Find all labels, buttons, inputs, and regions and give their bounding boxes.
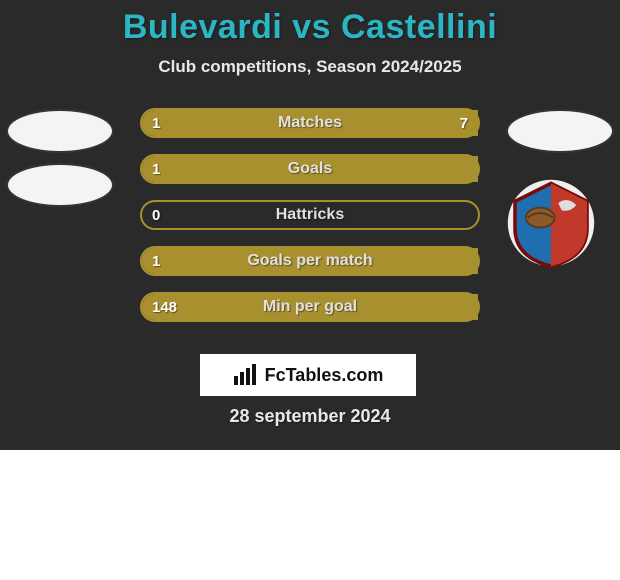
crest-icon	[506, 178, 596, 268]
bar-track: 0 Hattricks	[140, 200, 480, 230]
brand-text: FcTables.com	[265, 365, 384, 386]
ellipse-placeholder	[8, 165, 112, 205]
stat-label: Min per goal	[142, 294, 478, 320]
bar-track: 1 Matches 7	[140, 108, 480, 138]
stat-label: Goals per match	[142, 248, 478, 274]
team-badge-right	[504, 108, 616, 154]
bar-track: 148 Min per goal	[140, 292, 480, 322]
ellipse-placeholder	[508, 111, 612, 151]
stat-label: Hattricks	[142, 202, 478, 228]
comparison-card: Bulevardi vs Castellini Club competition…	[0, 0, 620, 450]
page-title: Bulevardi vs Castellini	[0, 8, 620, 47]
bar-track: 1 Goals	[140, 154, 480, 184]
stat-label: Goals	[142, 156, 478, 182]
club-crest-right	[506, 178, 596, 268]
date-line: 28 september 2024	[0, 406, 620, 427]
stat-right-value: 7	[460, 110, 468, 136]
stat-label: Matches	[142, 110, 478, 136]
brand-box: FcTables.com	[200, 354, 416, 396]
bars-icon	[233, 364, 259, 386]
ellipse-placeholder	[8, 111, 112, 151]
stat-row-matches: 1 Matches 7	[0, 108, 620, 154]
stat-row-mpg: 148 Min per goal	[0, 292, 620, 338]
bar-track: 1 Goals per match	[140, 246, 480, 276]
subtitle: Club competitions, Season 2024/2025	[0, 57, 620, 77]
team-badge-left	[4, 108, 116, 154]
